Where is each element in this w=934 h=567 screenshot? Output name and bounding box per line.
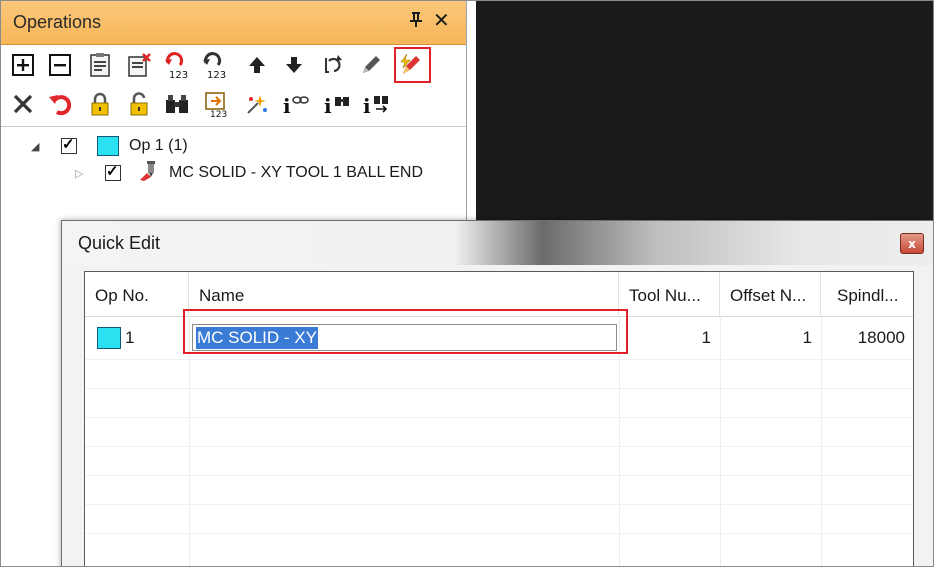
renumber-tools-icon[interactable]: 123 bbox=[199, 49, 231, 81]
clipboard-icon[interactable] bbox=[84, 49, 116, 81]
operations-titlebar: Operations ✕ bbox=[1, 1, 466, 45]
row-divider bbox=[85, 417, 913, 418]
dialog-titlebar[interactable]: Quick Edit x bbox=[62, 221, 933, 265]
lock-closed-icon[interactable] bbox=[84, 88, 116, 120]
svg-text:i: i bbox=[363, 94, 371, 117]
op-no-value: 1 bbox=[125, 328, 135, 347]
graphics-viewport[interactable] bbox=[476, 1, 933, 221]
op-folder-icon bbox=[97, 136, 119, 156]
cell-tool-number[interactable]: 1 bbox=[619, 317, 711, 359]
pencil-icon[interactable] bbox=[355, 49, 387, 81]
close-icon[interactable]: ✕ bbox=[433, 8, 450, 32]
svg-text:i: i bbox=[324, 94, 332, 117]
delete-x-icon[interactable] bbox=[7, 88, 39, 120]
regenerate-icon[interactable] bbox=[317, 49, 349, 81]
info-arrows-icon[interactable]: i bbox=[360, 88, 392, 120]
row-divider bbox=[85, 359, 913, 360]
op-color-swatch bbox=[97, 327, 121, 349]
svg-text:123: 123 bbox=[169, 70, 188, 80]
collapse-all-icon[interactable] bbox=[44, 49, 76, 81]
binoculars-icon[interactable] bbox=[161, 88, 193, 120]
svg-text:123: 123 bbox=[207, 70, 226, 80]
svg-text:123: 123 bbox=[210, 110, 227, 118]
undo-icon[interactable] bbox=[44, 88, 76, 120]
op-label: Op 1 (1) bbox=[129, 137, 188, 154]
dialog-close-icon[interactable]: x bbox=[900, 233, 924, 254]
lock-open-icon[interactable] bbox=[123, 88, 155, 120]
operations-toolbar-row2: 123 i i i bbox=[1, 84, 466, 124]
tree-op-row[interactable]: ◢ Op 1 (1) bbox=[31, 134, 188, 158]
col-offset-number[interactable]: Offset N... bbox=[720, 272, 821, 316]
row-divider bbox=[85, 475, 913, 476]
quick-edit-highlight bbox=[394, 47, 431, 83]
toolpath-checkbox[interactable] bbox=[105, 162, 121, 181]
collapsed-triangle-icon[interactable]: ▷ bbox=[75, 167, 87, 180]
col-spindle[interactable]: Spindl... bbox=[821, 272, 913, 316]
sparkle-icon[interactable] bbox=[241, 88, 273, 120]
expand-all-icon[interactable] bbox=[7, 49, 39, 81]
cell-offset-number[interactable]: 1 bbox=[720, 317, 812, 359]
row-divider bbox=[85, 533, 913, 534]
col-tool-number[interactable]: Tool Nu... bbox=[619, 272, 720, 316]
row-divider bbox=[85, 504, 913, 505]
svg-text:i: i bbox=[283, 94, 291, 117]
dialog-title: Quick Edit bbox=[78, 233, 161, 253]
col-op-no[interactable]: Op No. bbox=[85, 272, 189, 316]
application-window: Operations ✕ 123 123 123 i i i ◢ ✓ Op 1 … bbox=[0, 0, 934, 567]
name-field-highlight bbox=[183, 309, 628, 354]
move-up-icon[interactable] bbox=[241, 49, 273, 81]
toolpath-icon bbox=[137, 159, 161, 188]
delete-clipboard-icon[interactable] bbox=[123, 49, 155, 81]
renumber-ops-icon[interactable]: 123 bbox=[161, 49, 193, 81]
expanded-triangle-icon[interactable]: ◢ bbox=[31, 140, 43, 153]
op-checkbox[interactable] bbox=[61, 135, 77, 154]
row-divider bbox=[85, 388, 913, 389]
info-binoculars-icon[interactable]: i bbox=[321, 88, 353, 120]
cell-spindle[interactable]: 18000 bbox=[821, 317, 905, 359]
move-down-icon[interactable] bbox=[278, 49, 310, 81]
operations-title: Operations bbox=[13, 12, 102, 32]
row-divider bbox=[85, 446, 913, 447]
tree-toolpath-row[interactable]: ▷ MC SOLID - XY TOOL 1 BALL END bbox=[75, 159, 424, 188]
quick-edit-dialog: Quick Edit x Op No. Name Tool Nu... Offs… bbox=[61, 220, 933, 566]
tool-number-icon[interactable]: 123 bbox=[201, 88, 233, 120]
pin-icon[interactable] bbox=[409, 11, 423, 32]
info-link-icon[interactable]: i bbox=[280, 88, 312, 120]
toolpath-label: MC SOLID - XY TOOL 1 BALL END bbox=[169, 164, 424, 181]
cell-op-no: 1 bbox=[97, 317, 187, 359]
